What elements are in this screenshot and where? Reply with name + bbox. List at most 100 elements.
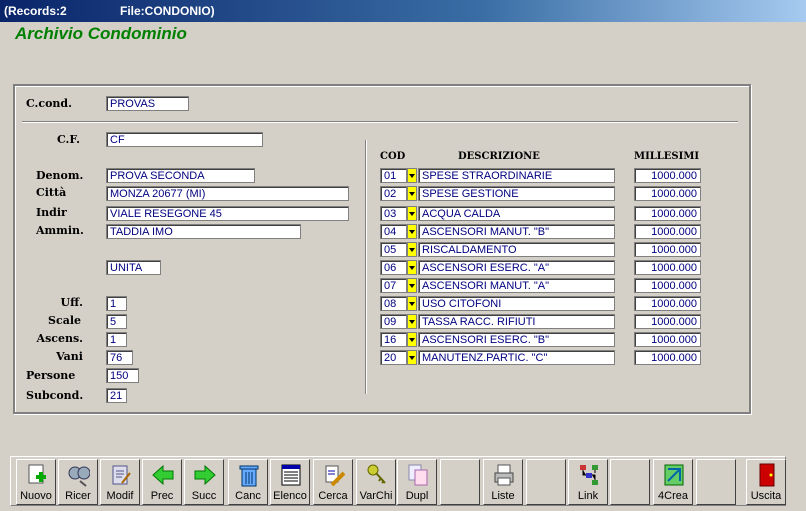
keys-icon: [366, 463, 388, 487]
chevron-down-icon[interactable]: [407, 186, 417, 201]
toolbar-button-varchi[interactable]: VarChi: [356, 459, 396, 505]
ascens-field[interactable]: 1: [106, 332, 127, 347]
cod-field[interactable]: 08: [380, 296, 407, 311]
millesimi-field[interactable]: 1000.000: [634, 278, 701, 293]
list-table-icon: [280, 463, 302, 487]
page-title: Archivio Condominio: [15, 24, 187, 43]
cod-field[interactable]: 05: [380, 242, 407, 257]
descrizione-field[interactable]: USO CITOFONI: [418, 296, 615, 311]
ascens-label: Ascens.: [36, 332, 83, 345]
toolbar-button-link[interactable]: Link: [568, 459, 608, 505]
arrow-left-icon: [152, 463, 174, 487]
descrizione-field[interactable]: SPESE GESTIONE: [418, 186, 615, 201]
descrizione-field[interactable]: RISCALDAMENTO: [418, 242, 615, 257]
descrizione-field[interactable]: SPESE STRAORDINARIE: [418, 168, 615, 183]
chevron-down-icon[interactable]: [407, 296, 417, 311]
descrizione-field[interactable]: ASCENSORI ESERC. "A": [418, 260, 615, 275]
cod-field[interactable]: 20: [380, 350, 407, 365]
toolbar-button-nuovo[interactable]: Nuovo: [16, 459, 56, 505]
descrizione-field[interactable]: TASSA RACC. RIFIUTI: [418, 314, 615, 329]
header-cod: COD: [380, 151, 406, 162]
millesimi-field[interactable]: 1000.000: [634, 242, 701, 257]
cod-field[interactable]: 02: [380, 186, 407, 201]
chevron-down-icon[interactable]: [407, 242, 417, 257]
header-descrizione: DESCRIZIONE: [458, 151, 540, 162]
cod-field[interactable]: 16: [380, 332, 407, 347]
toolbar-button-empty[interactable]: [526, 459, 566, 505]
toolbar-button-canc[interactable]: Canc: [228, 459, 268, 505]
descrizione-field[interactable]: ASCENSORI MANUT. "A": [418, 278, 615, 293]
cf-label: C.F.: [57, 133, 80, 146]
subcond-field[interactable]: 21: [106, 388, 127, 403]
subcond-label: Subcond.: [26, 389, 84, 402]
chevron-down-icon[interactable]: [407, 206, 417, 221]
chevron-down-icon[interactable]: [407, 332, 417, 347]
descrizione-field[interactable]: MANUTENZ.PARTIC. "C": [418, 350, 615, 365]
millesimi-field[interactable]: 1000.000: [634, 224, 701, 239]
cod-field[interactable]: 07: [380, 278, 407, 293]
chevron-down-icon[interactable]: [407, 224, 417, 239]
toolbar-button-liste[interactable]: Liste: [483, 459, 523, 505]
millesimi-field[interactable]: 1000.000: [634, 296, 701, 311]
toolbar-button-empty[interactable]: [696, 459, 736, 505]
link-tree-icon: [578, 463, 600, 487]
indir-field[interactable]: VIALE RESEGONE 45: [106, 206, 349, 221]
cod-field[interactable]: 03: [380, 206, 407, 221]
millesimi-field[interactable]: 1000.000: [634, 260, 701, 275]
millesimi-field[interactable]: 1000.000: [634, 332, 701, 347]
vani-field[interactable]: 76: [106, 350, 133, 365]
descrizione-field[interactable]: ACQUA CALDA: [418, 206, 615, 221]
cod-field[interactable]: 01: [380, 168, 407, 183]
descrizione-field[interactable]: ASCENSORI ESERC. "B": [418, 332, 615, 347]
toolbar-button-succ[interactable]: Succ: [184, 459, 224, 505]
exit-door-icon: [756, 463, 778, 487]
toolbar-button-dupl[interactable]: Dupl: [397, 459, 437, 505]
toolbar-button-cerca[interactable]: Cerca: [313, 459, 353, 505]
cod-field[interactable]: 04: [380, 224, 407, 239]
chevron-down-icon[interactable]: [407, 260, 417, 275]
chevron-down-icon[interactable]: [407, 350, 417, 365]
ammin-field[interactable]: TADDIA IMO: [106, 224, 301, 239]
toolbar-button-modif[interactable]: Modif: [100, 459, 140, 505]
duplicate-icon: [407, 463, 429, 487]
chevron-down-icon[interactable]: [407, 278, 417, 293]
toolbar-button-empty[interactable]: [440, 459, 480, 505]
toolbar-button-label: Link: [577, 490, 599, 502]
toolbar-button-empty[interactable]: [610, 459, 650, 505]
chevron-down-icon[interactable]: [407, 168, 417, 183]
scale-field[interactable]: 5: [106, 314, 127, 329]
millesimi-field[interactable]: 1000.000: [634, 168, 701, 183]
divider-vertical: [365, 140, 367, 394]
descrizione-field[interactable]: ASCENSORI MANUT. "B": [418, 224, 615, 239]
persone-field[interactable]: 150: [106, 368, 139, 383]
millesimi-field[interactable]: 1000.000: [634, 350, 701, 365]
toolbar-button-label: VarChi: [359, 490, 393, 502]
indir-label: Indir: [36, 206, 67, 219]
toolbar-button-uscita[interactable]: Uscita: [746, 459, 786, 505]
cf-field[interactable]: CF: [106, 132, 263, 147]
millesimi-field[interactable]: 1000.000: [634, 206, 701, 221]
cod-field[interactable]: 09: [380, 314, 407, 329]
toolbar-button-ricer[interactable]: Ricer: [58, 459, 98, 505]
toolbar-button-label: 4Crea: [658, 490, 688, 502]
chevron-down-icon[interactable]: [407, 314, 417, 329]
millesimi-field[interactable]: 1000.000: [634, 186, 701, 201]
toolbar-button-elenco[interactable]: Elenco: [270, 459, 310, 505]
search-binoculars-icon: [68, 463, 91, 487]
cod-field[interactable]: 06: [380, 260, 407, 275]
toolbar-button-label: Prec: [150, 490, 174, 502]
citta-field[interactable]: MONZA 20677 (MI): [106, 186, 349, 201]
toolbar-button-4crea[interactable]: 4Crea: [653, 459, 693, 505]
millesimi-field[interactable]: 1000.000: [634, 314, 701, 329]
printer-icon: [493, 463, 515, 487]
toolbar-button-label: Modif: [106, 490, 134, 502]
toolbar-button-label: Ricer: [65, 490, 91, 502]
new-document-icon: [26, 463, 48, 487]
toolbar-button-prec[interactable]: Prec: [142, 459, 182, 505]
persone-label: Persone: [26, 369, 76, 382]
ccond-field[interactable]: PROVAS: [106, 96, 189, 111]
uff-field[interactable]: 1: [106, 296, 127, 311]
denom-field[interactable]: PROVA SECONDA: [106, 168, 255, 183]
window-titlebar: (Records:2 File:CONDONIO): [0, 0, 806, 22]
unita-field[interactable]: UNITA: [106, 260, 161, 275]
